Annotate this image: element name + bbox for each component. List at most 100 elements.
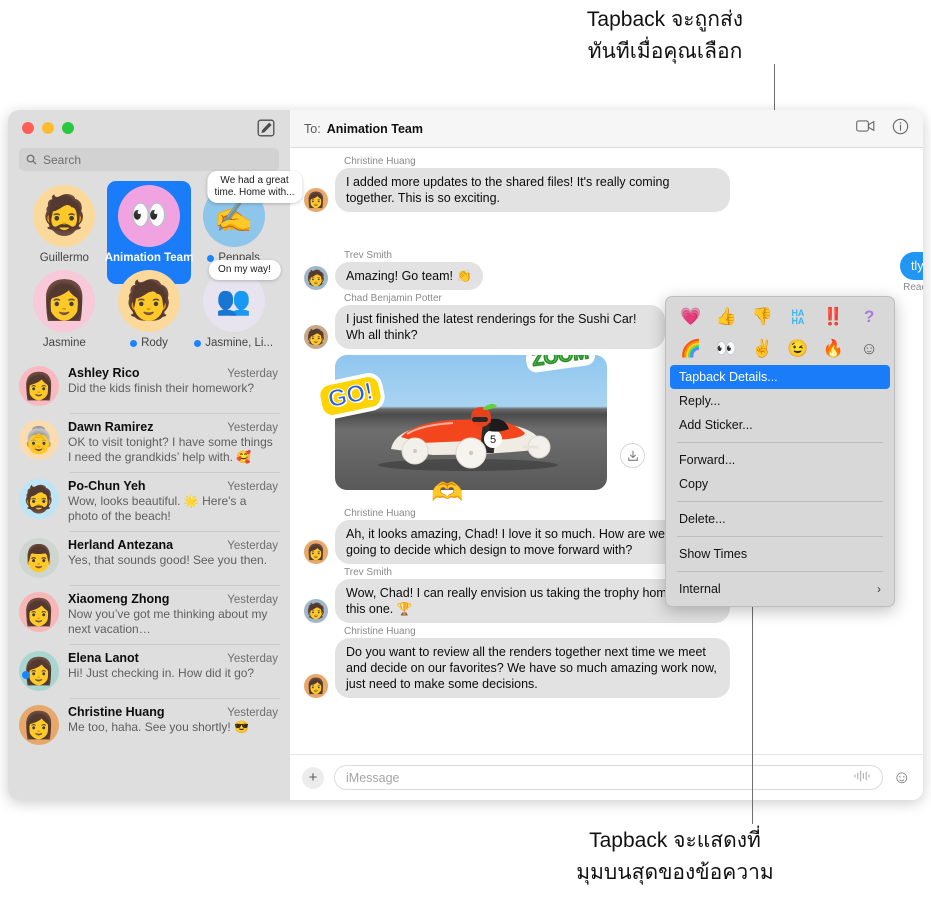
context-menu[interactable]: 💗 👍 👎 HA HA ‼️ ? 🌈 👀 ✌️ 😉 🔥 ☺ Tapback Det…	[665, 296, 895, 607]
chevron-right-icon: ›	[877, 582, 881, 596]
download-icon[interactable]	[620, 443, 645, 468]
pinned-item-jasmine-group[interactable]: On my way! 👥 Jasmine, Li...	[193, 260, 281, 349]
emoji-picker-icon[interactable]: ☺	[893, 767, 911, 788]
header-actions	[856, 118, 909, 140]
question-tapback[interactable]: ?	[864, 305, 874, 329]
timestamp: Yesterday	[227, 481, 278, 493]
plus-icon[interactable]: +	[302, 766, 324, 789]
eyes-tapback[interactable]: 👀	[716, 337, 737, 361]
list-item-header: Ashley Rico Yesterday	[68, 366, 278, 380]
rainbow-tapback[interactable]: 🌈	[680, 337, 701, 361]
to-label: To:	[304, 121, 321, 136]
message-row: 🧑 Trev Smith Amazing! Go team! 👏	[304, 250, 909, 290]
more-emoji-tapback[interactable]: ☺	[860, 337, 877, 361]
imessage-input[interactable]: iMessage	[334, 765, 883, 790]
contact-name: Christine Huang	[68, 705, 165, 719]
message-column: Trev Smith Amazing! Go team! 👏	[335, 250, 484, 290]
video-call-icon[interactable]	[856, 119, 875, 138]
pinned-name: Jasmine	[42, 337, 86, 349]
avatar: 👩	[33, 270, 96, 332]
heart-hands-sticker[interactable]: 🫶	[431, 477, 463, 508]
heart-tapback[interactable]: 💗	[680, 305, 701, 329]
message-bubble[interactable]: Amazing! Go team! 👏	[335, 262, 484, 290]
pinned-name: Guillermo	[39, 252, 89, 264]
menu-item-reply[interactable]: Reply...	[666, 389, 894, 413]
timestamp: Yesterday	[227, 540, 278, 552]
zoom-sticker[interactable]: ZOOM	[524, 355, 597, 374]
image-message[interactable]: 5 ZOOM GO! 🫶	[313, 355, 645, 507]
message-column: Chad Benjamin Potter I just finished the…	[335, 293, 665, 349]
pinned-item-animation-team[interactable]: 👀 Animation Team	[105, 181, 193, 284]
menu-item-tapback-details[interactable]: Tapback Details...	[670, 365, 890, 389]
chat-header: To: Animation Team	[290, 110, 923, 148]
message-bubble[interactable]: I just finished the latest renderings fo…	[335, 305, 665, 349]
list-item-body: Christine Huang Yesterday Me too, haha. …	[68, 705, 278, 735]
wink-tapback[interactable]: 😉	[787, 337, 808, 361]
thumbs-up-tapback[interactable]: 👍	[716, 305, 737, 329]
peace-tapback[interactable]: ✌️	[752, 337, 773, 361]
menu-separator	[677, 571, 883, 572]
contact-name: Ashley Rico	[68, 366, 140, 380]
info-icon[interactable]	[892, 118, 909, 140]
message-preview: Hi! Just checking in. How did it go?	[68, 666, 255, 680]
titlebar	[8, 110, 290, 146]
avatar: 🧔	[33, 185, 96, 247]
pinned-preview-bubble: On my way!	[208, 260, 281, 280]
list-item[interactable]: 👩 Xiaomeng Zhong Yesterday Now you’ve go…	[8, 585, 290, 644]
message-column: Christine Huang Do you want to review al…	[335, 626, 730, 698]
list-item-header: Xiaomeng Zhong Yesterday	[68, 592, 278, 606]
menu-item-delete[interactable]: Delete...	[666, 507, 894, 531]
list-item-header: Herland Antezana Yesterday	[68, 538, 278, 552]
fire-tapback[interactable]: 🔥	[823, 337, 844, 361]
tapback-row-1: 💗 👍 👎 HA HA ‼️ ?	[666, 301, 894, 333]
message-preview: OK to visit tonight? I have some things …	[68, 435, 273, 464]
race-car-illustration: 5	[378, 403, 558, 471]
bottom-annotation-line1: Tapback จะแสดงที่	[589, 829, 761, 852]
close-button[interactable]	[22, 122, 34, 134]
list-item-body: Po-Chun Yeh Yesterday Wow, looks beautif…	[68, 479, 278, 524]
imessage-placeholder: iMessage	[346, 770, 400, 785]
pinned-item-jasmine[interactable]: 👩 Jasmine	[24, 270, 105, 349]
list-item[interactable]: 👵 Dawn Ramirez Yesterday OK to visit ton…	[8, 413, 290, 472]
list-item[interactable]: 👩 Elena Lanot Yesterday Hi! Just checkin…	[8, 644, 290, 698]
list-item[interactable]: 👨 Herland Antezana Yesterday Yes, that s…	[8, 531, 290, 585]
pinned-item-penpals[interactable]: We had a great time. Home with... ✍️ Pen…	[193, 171, 303, 264]
contact-name: Dawn Ramirez	[68, 420, 154, 434]
list-item[interactable]: 👩 Christine Huang Yesterday Me too, haha…	[8, 698, 290, 752]
memoji-glyph: 🧑	[125, 280, 173, 322]
menu-separator	[677, 536, 883, 537]
message-sender: Christine Huang	[344, 626, 416, 637]
pinned-item-rody[interactable]: 🧑 Rody	[105, 270, 194, 349]
messages-window: Search 🧔 Guillermo 👀 Animation Team We h…	[8, 110, 923, 800]
menu-separator	[677, 442, 883, 443]
search-input[interactable]: Search	[19, 148, 279, 171]
menu-item-forward[interactable]: Forward...	[666, 448, 894, 472]
menu-item-add-sticker[interactable]: Add Sticker...	[666, 413, 894, 437]
compose-icon[interactable]	[256, 118, 276, 138]
list-item[interactable]: 🧔 Po-Chun Yeh Yesterday Wow, looks beaut…	[8, 472, 290, 531]
recipient-name[interactable]: Animation Team	[327, 122, 423, 136]
avatar: 🧑	[304, 599, 328, 623]
timestamp: Yesterday	[227, 594, 278, 606]
minimize-button[interactable]	[42, 122, 54, 134]
audio-waveform-icon[interactable]	[853, 770, 871, 785]
menu-item-internal[interactable]: Internal ›	[666, 577, 894, 601]
avatar: 🧔	[19, 479, 59, 519]
list-item[interactable]: 👩 Ashley Rico Yesterday Did the kids fin…	[8, 359, 290, 413]
pinned-label: Jasmine	[43, 337, 86, 349]
menu-item-show-times[interactable]: Show Times	[666, 542, 894, 566]
message-bubble[interactable]: Do you want to review all the renders to…	[335, 638, 730, 698]
exclamation-tapback[interactable]: ‼️	[823, 305, 844, 329]
message-row: 👩 Christine Huang I added more updates t…	[304, 156, 909, 212]
tapback-row-2: 🌈 👀 ✌️ 😉 🔥 ☺	[666, 333, 894, 365]
top-annotation-line1: Tapback จะถูกส่ง	[586, 8, 744, 31]
menu-item-copy[interactable]: Copy	[666, 472, 894, 496]
message-bubble[interactable]: I added more updates to the shared files…	[335, 168, 730, 212]
conversation-list[interactable]: 👩 Ashley Rico Yesterday Did the kids fin…	[8, 357, 290, 800]
haha-tapback[interactable]: HA HA	[792, 309, 805, 326]
pinned-conversations: 🧔 Guillermo 👀 Animation Team We had a gr…	[8, 171, 303, 357]
zoom-button[interactable]	[62, 122, 74, 134]
thumbs-down-tapback[interactable]: 👎	[752, 305, 773, 329]
pinned-item-guillermo[interactable]: 🧔 Guillermo	[24, 185, 105, 264]
search-icon	[26, 154, 37, 165]
